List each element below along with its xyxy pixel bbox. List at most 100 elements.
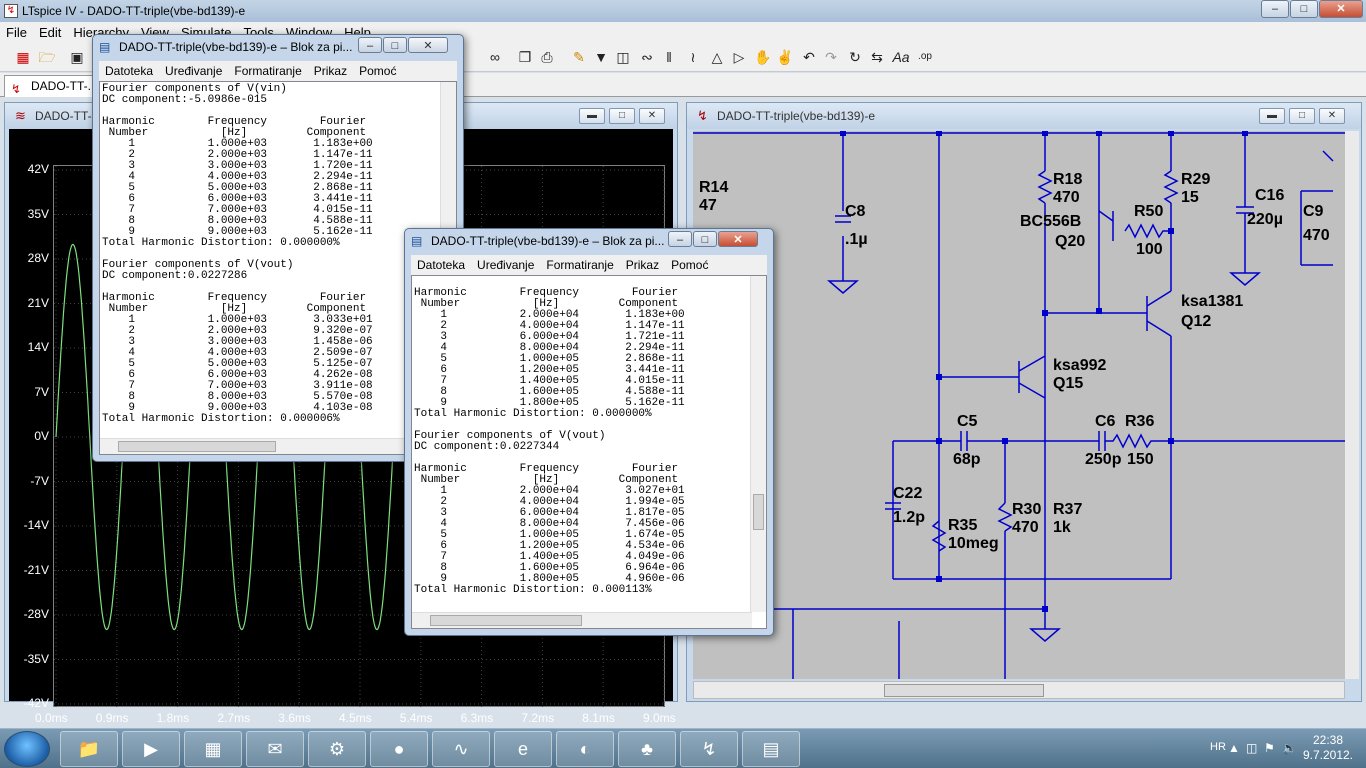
notepad-icon[interactable]: ▤ [742, 731, 800, 767]
notepad1-maximize-button[interactable]: □ [383, 37, 407, 53]
ltspice-icon[interactable]: ↯ [680, 731, 738, 767]
y-tick-label: -21V [23, 562, 49, 577]
move-hand-icon[interactable]: ✋ [754, 48, 772, 66]
label-c8: C8 [845, 203, 866, 220]
mirror-icon[interactable]: ⇆ [868, 48, 886, 66]
notepad1-menu-edit[interactable]: Uređivanje [165, 64, 222, 78]
save-icon[interactable]: ▣ [68, 48, 86, 66]
schematic-vertical-scrollbar[interactable] [1345, 131, 1359, 679]
component-icon[interactable]: ▷ [730, 48, 748, 66]
x-tick-label: 8.1ms [582, 711, 615, 725]
photo-gallery-icon[interactable]: ▦ [184, 731, 242, 767]
menu-edit[interactable]: Edit [39, 25, 61, 40]
schematic-canvas[interactable]: R14 47 C8 .1µ R18 470 BC556B Q20 R50 100… [693, 131, 1345, 679]
notepad2-controls: – □ ✕ [667, 231, 758, 247]
notepad2-vscroll-thumb[interactable] [753, 494, 764, 530]
firefox-icon[interactable]: ◐ [556, 731, 614, 767]
label-ksa992: ksa992 [1053, 357, 1107, 374]
waveform-maximize-button[interactable]: □ [609, 108, 635, 124]
rotate-icon[interactable]: ↻ [846, 48, 864, 66]
acrobat-icon[interactable]: ♣ [618, 731, 676, 767]
undo-icon[interactable]: ↶ [800, 48, 818, 66]
notepad1-menu-view[interactable]: Prikaz [314, 64, 347, 78]
inductor-icon[interactable]: ≀ [684, 48, 702, 66]
ccleaner-icon[interactable]: ● [370, 731, 428, 767]
minimize-button[interactable]: – [1261, 0, 1289, 18]
waveform-minimize-button[interactable]: ▬ [579, 108, 605, 124]
network-icon[interactable]: ◫ [1246, 741, 1257, 755]
notepad2-menu-view[interactable]: Prikaz [626, 258, 659, 272]
open-folder-icon[interactable]: 🗁 [38, 48, 56, 66]
notepad1-hscroll-thumb[interactable] [118, 441, 276, 452]
print-icon[interactable]: ⎙ [538, 48, 556, 66]
notepad2-menu-edit[interactable]: Uređivanje [477, 258, 534, 272]
spice-directive-icon[interactable]: .op [916, 48, 934, 66]
label-r36: R36 [1125, 413, 1155, 430]
notepad2-horizontal-scrollbar[interactable] [412, 612, 752, 628]
scroll-thumb[interactable] [884, 684, 1044, 697]
label-c9: C9 [1303, 203, 1324, 220]
resistor-icon[interactable]: ∾ [638, 48, 656, 66]
notepad2-minimize-button[interactable]: – [668, 231, 692, 247]
notepad1-close-button[interactable]: ✕ [408, 37, 448, 53]
start-button[interactable] [4, 731, 50, 767]
notepad1-menu-help[interactable]: Pomoć [359, 64, 396, 78]
x-tick-label: 3.6ms [278, 711, 311, 725]
label-r37: R37 [1053, 501, 1083, 518]
drag-hand-icon[interactable]: ✌ [776, 48, 794, 66]
explorer-icon[interactable]: 📁 [60, 731, 118, 767]
notepad2-menu-file[interactable]: Datoteka [417, 258, 465, 272]
volume-icon[interactable]: 🔈 [1282, 741, 1297, 755]
notepad2-vertical-scrollbar[interactable] [750, 276, 766, 612]
wire-icon[interactable]: ✎ [570, 48, 588, 66]
close-button[interactable]: ✕ [1319, 0, 1363, 18]
window-title: LTspice IV - DADO-TT-triple(vbe-bd139)-e [22, 4, 246, 18]
notepad2-menu-help[interactable]: Pomoć [671, 258, 708, 272]
schematic-editor: ↯ DADO-TT-triple(vbe-bd139)-e ▬ □ ✕ R14 … [686, 102, 1362, 702]
flag-icon[interactable]: ⚑ [1264, 741, 1275, 755]
language-indicator[interactable]: HR [1210, 741, 1226, 753]
notepad1-menu-format[interactable]: Formatiranje [234, 64, 301, 78]
label-icon[interactable]: ◫ [614, 48, 632, 66]
notepad2-text-area[interactable]: Harmonic Frequency Fourier Number [Hz] C… [411, 275, 767, 629]
schematic-titlebar: ↯ DADO-TT-triple(vbe-bd139)-e ▬ □ ✕ [687, 103, 1361, 129]
diode-icon[interactable]: △ [708, 48, 726, 66]
ground-icon[interactable]: ▼ [592, 48, 610, 66]
media-player-icon[interactable]: ▶ [122, 731, 180, 767]
waveform-close-button[interactable]: ✕ [639, 108, 665, 124]
label-c6: C6 [1095, 413, 1116, 430]
tool-icon[interactable]: ⚙ [308, 731, 366, 767]
notepad1-title: DADO-TT-triple(vbe-bd139)-e – Blok za pi… [119, 40, 353, 54]
notepad2-menu-format[interactable]: Formatiranje [546, 258, 613, 272]
internet-explorer-icon[interactable]: e [494, 731, 552, 767]
notepad2-hscroll-thumb[interactable] [430, 615, 582, 626]
capacitor-icon[interactable]: ‖ [660, 48, 678, 66]
label-r14: R14 [699, 179, 729, 196]
notepad2-maximize-button[interactable]: □ [693, 231, 717, 247]
tray-arrow-icon[interactable]: ▲ [1228, 741, 1240, 755]
menu-file[interactable]: File [6, 25, 27, 40]
schematic-horizontal-scrollbar[interactable] [693, 681, 1345, 699]
redo-icon[interactable]: ↷ [822, 48, 840, 66]
schematic-minimize-button[interactable]: ▬ [1259, 108, 1285, 124]
clock-date: 9.7.2012. [1302, 748, 1354, 762]
new-schematic-icon[interactable]: ▦ [14, 48, 32, 66]
maximize-button[interactable]: □ [1290, 0, 1318, 18]
mail-icon[interactable]: ✉ [246, 731, 304, 767]
schematic-icon: ↯ [11, 82, 22, 96]
label-r35: R35 [948, 517, 978, 534]
notepad-icon: ▤ [99, 40, 111, 54]
notepad2-close-button[interactable]: ✕ [718, 231, 758, 247]
copy-icon[interactable]: ❐ [516, 48, 534, 66]
ltspice-icon: ↯ [4, 4, 18, 18]
find-icon[interactable]: ∞ [486, 48, 504, 66]
notepad1-menu-file[interactable]: Datoteka [105, 64, 153, 78]
oscilloscope-icon[interactable]: ∿ [432, 731, 490, 767]
schematic-close-button[interactable]: ✕ [1319, 108, 1345, 124]
notepad2-text: Harmonic Frequency Fourier Number [Hz] C… [414, 287, 685, 596]
schematic-maximize-button[interactable]: □ [1289, 108, 1315, 124]
notepad1-minimize-button[interactable]: – [358, 37, 382, 53]
clock[interactable]: 22:38 9.7.2012. [1302, 733, 1354, 763]
clock-time: 22:38 [1312, 733, 1344, 747]
text-icon[interactable]: Aa [892, 48, 910, 66]
